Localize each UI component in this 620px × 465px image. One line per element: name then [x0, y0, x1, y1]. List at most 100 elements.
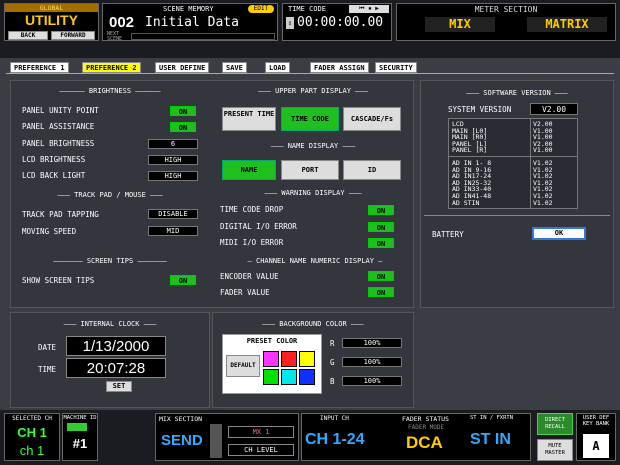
swatch-blue[interactable] [299, 369, 315, 385]
forward-button[interactable]: FORWARD [51, 31, 95, 40]
swatch-cyan[interactable] [281, 369, 297, 385]
tab-save[interactable]: SAVE [222, 62, 247, 73]
selected-ch-name: ch 1 [19, 443, 45, 458]
scene-memory-label: SCENE MEMORY [163, 5, 214, 13]
machine-id-panel: MACHINE ID #1 [62, 413, 98, 461]
present-time-button[interactable]: PRESENT TIME [222, 107, 276, 131]
default-color-button[interactable]: DEFAULT [226, 355, 260, 377]
selected-ch-panel: SELECTED CH CH 1 ch 1 [4, 413, 60, 461]
mix-section-label: MIX SECTION [159, 415, 203, 423]
version-right-2: V1.02 V1.02 V1.02 V1.02 V1.02 V1.02 V1.0… [533, 159, 553, 207]
tab-user-define[interactable]: USER DEFINE [155, 62, 210, 73]
mix-section-panel: MIX SECTION SEND MX 1 CH LEVEL [155, 413, 299, 461]
time-label: TIME [38, 365, 57, 374]
cascade-button[interactable]: CASCADE/Fs [343, 107, 401, 131]
date-label: DATE [38, 343, 57, 352]
version-right-1: V2.00 V1.00 V1.00 V2.00 V1.00 [533, 120, 553, 155]
encoder-value-toggle[interactable]: ON [368, 271, 394, 281]
tc-drop-label: TIME CODE DROP [220, 205, 284, 214]
fader-mode-value: DCA [406, 433, 443, 452]
version-table: LCD MAIN [L0] MAIN [R0] PANEL [L] PANEL … [448, 118, 578, 209]
tab-load[interactable]: LOAD [265, 62, 290, 73]
send-label[interactable]: SEND [161, 432, 203, 449]
panel-brightness-label: PANEL BRIGHTNESS [22, 139, 95, 148]
tc-drop-toggle[interactable]: ON [368, 205, 394, 215]
machine-id-value: #1 [72, 436, 88, 451]
system-version-value: V2.00 [530, 103, 578, 115]
date-value[interactable]: 1/13/2000 [66, 336, 166, 356]
b-value[interactable]: 100% [342, 376, 402, 386]
preset-color-label: PRESET COLOR [246, 337, 298, 345]
st-in-value: ST IN [470, 431, 511, 448]
utility-title: UTILITY [25, 12, 78, 28]
panel-assist-toggle[interactable]: ON [170, 122, 196, 132]
tab-security[interactable]: SECURITY [375, 62, 417, 73]
time-code-button[interactable]: TIME CODE [281, 107, 339, 131]
back-button[interactable]: BACK [8, 31, 48, 40]
tc-stepper-icon[interactable]: ⇕ [286, 17, 294, 29]
utility-panel: GLOBAL UTILITY BACK FORWARD [4, 3, 99, 41]
battery-divider [424, 215, 610, 216]
mute-master-button[interactable]: MUTE MASTER [537, 439, 573, 461]
swatch-magenta[interactable] [263, 351, 279, 367]
show-tips-label: SHOW SCREEN TIPS [22, 276, 95, 285]
machine-id-label: MACHINE ID [63, 415, 97, 421]
user-def-panel: USER DEF KEY BANK A [576, 413, 616, 461]
g-label: G [330, 358, 335, 367]
time-code-value: 00:00:00.00 [297, 15, 384, 30]
next-scene-field[interactable] [131, 33, 275, 40]
id-button[interactable]: ID [343, 160, 401, 180]
swatch-green[interactable] [263, 369, 279, 385]
direct-recall-button[interactable]: DIRECT RECALL [537, 413, 573, 435]
selected-ch-label: SELECTED CH [12, 415, 52, 422]
panel-unity-toggle[interactable]: ON [170, 106, 196, 116]
chname-title: — CHANNEL NAME NUMERIC DISPLAY — [247, 257, 383, 265]
tab-preference-2[interactable]: PREFERENCE 2 [82, 62, 141, 73]
key-bank-value[interactable]: A [583, 434, 609, 458]
panel-assist-label: PANEL ASSISTANCE [22, 122, 95, 131]
midi-error-toggle[interactable]: ON [368, 238, 394, 248]
set-clock-button[interactable]: SET [106, 381, 132, 392]
mx-value[interactable]: MX 1 [228, 426, 294, 438]
digital-error-label: DIGITAL I/O ERROR [220, 222, 297, 231]
bgcolor-title: ——— BACKGROUND COLOR ——— [262, 320, 364, 328]
fader-value-label: FADER VALUE [220, 288, 270, 297]
upper-display-title: ——— UPPER PART DISPLAY ——— [258, 87, 368, 95]
name-display-title: ——— NAME DISPLAY ——— [270, 142, 356, 150]
edit-indicator: EDIT [248, 5, 274, 13]
panel-brightness-value[interactable]: 6 [148, 139, 198, 149]
tc-transport-icons[interactable]: ⏮ ▪ ▶ [349, 5, 389, 13]
matrix-meter-button[interactable]: MATRIX [527, 17, 607, 32]
show-tips-toggle[interactable]: ON [170, 275, 196, 285]
moving-speed-value[interactable]: MID [148, 226, 198, 236]
tab-fader-assign[interactable]: FADER ASSIGN [310, 62, 369, 73]
stin-fxrtn-label: ST IN / FXRTN [470, 415, 514, 421]
name-button[interactable]: NAME [222, 160, 276, 180]
selected-ch-value: CH 1 [17, 425, 47, 440]
tapping-value[interactable]: DISABLE [148, 209, 198, 219]
trackpad-title: ——— TRACK PAD / MOUSE ——— [57, 191, 163, 199]
version-divider [449, 156, 577, 157]
input-ch-label: INPUT CH [320, 415, 349, 422]
meter-section-panel: METER SECTION MIX MATRIX [396, 3, 616, 41]
battery-label: BATTERY [432, 230, 464, 239]
g-value[interactable]: 100% [342, 357, 402, 367]
version-left-1: LCD MAIN [L0] MAIN [R0] PANEL [L] PANEL … [452, 120, 488, 155]
swatch-yellow[interactable] [299, 351, 315, 367]
screentips-title: ——————— SCREEN TIPS ——————— [53, 257, 167, 265]
lcd-backlight-value[interactable]: HIGH [148, 171, 198, 181]
time-value[interactable]: 20:07:28 [66, 358, 166, 378]
lcd-backlight-label: LCD BACK LIGHT [22, 171, 86, 180]
port-button[interactable]: PORT [281, 160, 339, 180]
r-value[interactable]: 100% [342, 338, 402, 348]
machine-id-indicator [67, 423, 87, 431]
digital-error-toggle[interactable]: ON [368, 222, 394, 232]
swatch-red[interactable] [281, 351, 297, 367]
scene-memory-panel[interactable]: SCENE MEMORY EDIT 002 Initial Data NEXT … [102, 3, 278, 42]
mix-meter-button[interactable]: MIX [425, 17, 495, 32]
lcd-brightness-value[interactable]: HIGH [148, 155, 198, 165]
tab-preference-1[interactable]: PREFERENCE 1 [10, 62, 69, 73]
fader-value-toggle[interactable]: ON [368, 287, 394, 297]
time-code-panel: TIME CODE ⏮ ▪ ▶ ⇕ 00:00:00.00 [282, 3, 392, 41]
brightness-title: —————— BRIGHTNESS —————— [59, 87, 161, 95]
